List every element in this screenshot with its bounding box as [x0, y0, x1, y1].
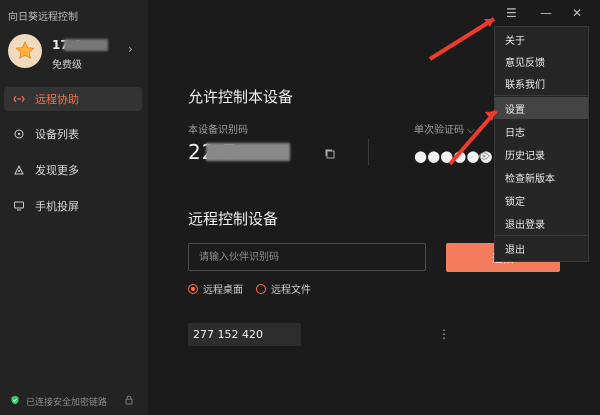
- menu-separator: [494, 235, 589, 236]
- radio-remote-desktop[interactable]: 远程桌面: [188, 281, 243, 296]
- menu-item-contact[interactable]: 联系我们: [495, 72, 588, 94]
- user-level: 免费级: [52, 60, 82, 71]
- radio-unselected-icon: [256, 283, 266, 294]
- menu-item-history[interactable]: 历史记录: [495, 143, 588, 165]
- star-avatar-icon: [13, 39, 37, 63]
- minimize-icon[interactable]: —: [540, 6, 552, 20]
- sidebar-item-label: 手机投屏: [35, 200, 79, 213]
- user-id-mask: [64, 39, 108, 51]
- sidebar: 向日葵远程控制 17 4... 免费级 › 远程协助 设备列表 发现更多 手机投…: [0, 0, 148, 415]
- radio-label: 远程桌面: [203, 285, 243, 296]
- sidebar-item-label: 远程协助: [35, 93, 79, 106]
- device-list-icon: [10, 128, 28, 140]
- discover-more-icon: [10, 164, 28, 176]
- device-code-label: 本设备识别码: [188, 125, 248, 136]
- copy-icon[interactable]: [324, 145, 336, 159]
- shield-check-icon: [10, 395, 20, 408]
- chevron-right-icon[interactable]: ›: [128, 42, 133, 56]
- device-code-mask: [206, 143, 290, 161]
- menu-item-logout[interactable]: 退出登录: [495, 212, 588, 234]
- window-controls: ☰ — ✕: [506, 6, 592, 24]
- sidebar-item-device-list[interactable]: 设备列表: [4, 122, 142, 146]
- sidebar-item-screen-mirror[interactable]: 手机投屏: [4, 194, 142, 218]
- menu-separator: [494, 95, 589, 96]
- lock-icon[interactable]: [124, 395, 134, 408]
- divider: [368, 139, 369, 165]
- menu-item-lock[interactable]: 锁定: [495, 189, 588, 211]
- sidebar-item-label: 设备列表: [35, 128, 79, 141]
- remote-control-title: 远程控制设备: [188, 210, 279, 228]
- sidebar-item-remote-assist[interactable]: 远程协助: [4, 87, 142, 111]
- security-footer: 已连接安全加密链路: [0, 387, 148, 415]
- allow-control-title: 允许控制本设备: [188, 88, 294, 106]
- menu-item-log[interactable]: 日志: [495, 120, 588, 142]
- menu-icon[interactable]: ☰: [506, 6, 517, 20]
- menu-item-exit[interactable]: 退出: [495, 237, 588, 259]
- radio-selected-icon: [188, 283, 198, 294]
- security-status: 已连接安全加密链路: [26, 397, 108, 408]
- radio-remote-file[interactable]: 远程文件: [256, 281, 311, 296]
- password-label[interactable]: 单次验证码 ⌵: [414, 121, 475, 136]
- sidebar-item-label: 发现更多: [35, 164, 79, 177]
- sidebar-item-discover-more[interactable]: 发现更多: [4, 158, 142, 182]
- menu-item-about[interactable]: 关于: [495, 28, 588, 50]
- partner-id-input[interactable]: [188, 243, 426, 271]
- remote-assist-icon: [10, 93, 28, 105]
- app-title: 向日葵远程控制: [8, 12, 78, 23]
- close-icon[interactable]: ✕: [572, 6, 582, 20]
- menu-item-check-update[interactable]: 检查新版本: [495, 166, 588, 188]
- recent-partner-code: 277 152 420: [193, 328, 263, 341]
- menu-item-feedback[interactable]: 意见反馈: [495, 50, 588, 72]
- main-menu: 关于 意见反馈 联系我们 设置 日志 历史记录 检查新版本 锁定 退出登录 退出: [494, 26, 589, 262]
- eye-icon[interactable]: [478, 147, 490, 160]
- radio-label: 远程文件: [271, 285, 311, 296]
- more-options-icon[interactable]: ⋮: [438, 327, 450, 341]
- recent-partner-item[interactable]: 277 152 420: [188, 323, 301, 346]
- avatar[interactable]: [8, 34, 42, 68]
- screen-mirror-icon: [10, 200, 28, 212]
- menu-item-settings[interactable]: 设置: [495, 97, 588, 119]
